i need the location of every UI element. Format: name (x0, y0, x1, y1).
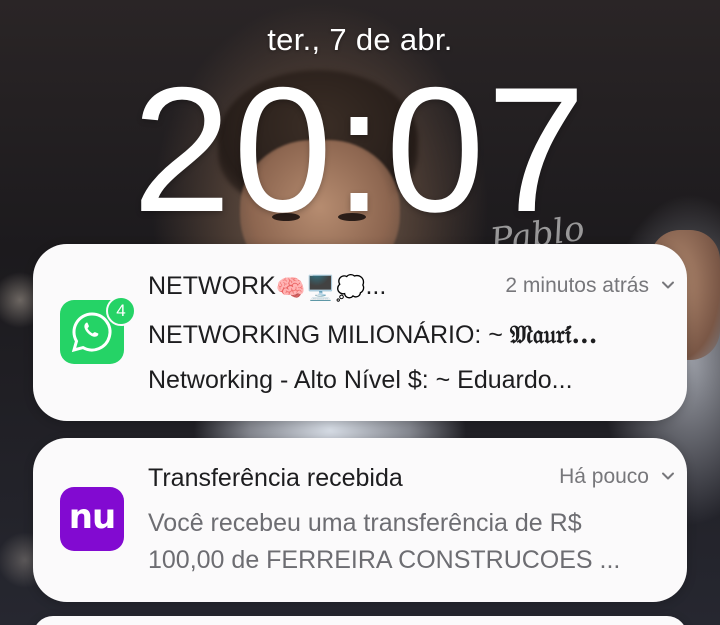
notification-peek[interactable] (33, 616, 687, 625)
title-ellipsis: ... (365, 272, 387, 300)
group-name: NETWORK (148, 272, 276, 300)
notification-body-line-1: Você recebeu uma transferência de R$ (148, 509, 582, 537)
notification-nubank[interactable]: nu Transferência recebida Há pouco Você … (33, 438, 687, 602)
lock-screen: Pablo ter., 7 de abr. 20:07 4 NETWORK🧠🖥️… (0, 0, 720, 625)
notification-time: 2 minutos atrás (505, 274, 649, 297)
group-emojis: 🧠🖥️💭 (275, 275, 366, 302)
lockscreen-clock: 20:07 (132, 50, 588, 249)
notification-body-line-2: 100,00 de FERREIRA CONSTRUCOES ... (148, 546, 621, 574)
notification-title: Transferência recebida (148, 464, 403, 492)
message-1-sender: 𝔐𝔞𝔲𝔯𝔦́... (509, 320, 598, 349)
nubank-logo-text: nu (68, 497, 116, 537)
notification-time: Há pouco (559, 465, 649, 488)
message-1-prefix: NETWORKING MILIONÁRIO: ~ (148, 321, 510, 349)
message-line-2: Networking - Alto Nível $: ~ Eduardo... (148, 366, 573, 394)
message-line-1: NETWORKING MILIONÁRIO: ~ 𝔐𝔞𝔲𝔯𝔦́... (148, 320, 597, 350)
nubank-icon: nu (60, 487, 124, 551)
unread-count-badge: 4 (106, 296, 136, 326)
chevron-down-icon[interactable] (661, 469, 675, 483)
chevron-down-icon[interactable] (661, 278, 675, 292)
notification-title: NETWORK🧠🖥️💭... (148, 272, 386, 303)
notification-whatsapp[interactable]: 4 NETWORK🧠🖥️💭... 2 minutos atrás NETWORK… (33, 244, 687, 421)
